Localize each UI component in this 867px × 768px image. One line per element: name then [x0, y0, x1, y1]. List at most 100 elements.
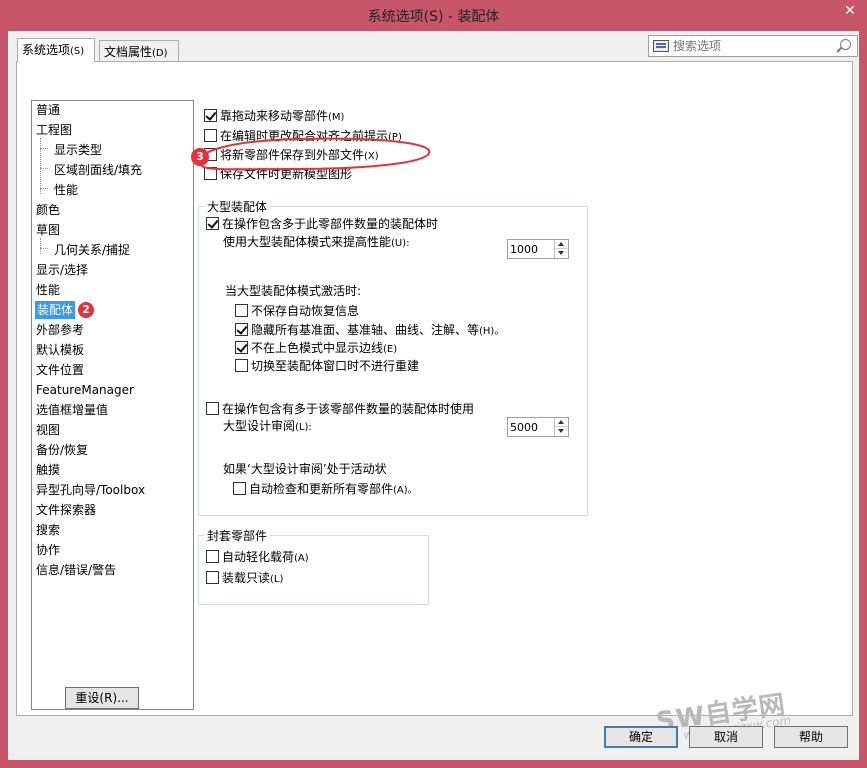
chk-label: 隐藏所有基准面、基准轴、曲线、注解、等 — [251, 323, 480, 337]
chk-hotkey: (M) — [328, 112, 345, 123]
threshold-input[interactable] — [510, 241, 554, 257]
tree-item[interactable]: 性能 — [54, 181, 78, 199]
chk-label: 自动检查和更新所有零部件 — [249, 482, 394, 496]
chk-hotkey: (A) — [294, 553, 309, 564]
tree-item-assembly-selected[interactable]: 装配体 — [35, 301, 76, 319]
chk-large-assembly-mode[interactable]: 在操作包含多于此零部件数量的装配体时 — [206, 217, 438, 233]
tree-item[interactable]: 备份/恢复 — [36, 441, 88, 459]
tree-item[interactable]: 区域剖面线/填充 — [54, 161, 142, 179]
tree-connector — [40, 148, 48, 149]
chk-label: 自动轻化载荷 — [222, 550, 295, 564]
tree-item[interactable]: 信息/错误/警告 — [36, 561, 116, 579]
tree-item[interactable]: 性能 — [36, 281, 60, 299]
group-envelope: 封套零部件 — [198, 527, 429, 605]
chk-no-edges-shaded[interactable]: 不在上色模式中显示边线(E) — [235, 341, 397, 357]
chk-load-readonly[interactable]: 装载只读(L) — [206, 571, 283, 587]
chk-label: 不保存自动恢复信息 — [251, 304, 360, 318]
tree-item[interactable]: 草图 — [36, 221, 60, 239]
when-active-label: 当大型装配体模式激活时: — [225, 284, 362, 298]
spin-down-icon[interactable] — [555, 249, 568, 258]
review-active-label: 如果‘大型设计审阅’处于活动状 — [223, 462, 387, 476]
chk-label: 在操作包含有多于该零部件数量的装配体时使用 — [222, 402, 475, 416]
tree-item[interactable]: 工程图 — [36, 121, 72, 139]
chk-auto-lightweight[interactable]: 自动轻化载荷(A) — [206, 550, 309, 566]
tree-item[interactable]: 协作 — [36, 541, 60, 559]
cancel-button[interactable]: 取消 — [689, 726, 763, 748]
large-assembly-threshold-spinner[interactable] — [507, 239, 569, 259]
title-bar[interactable]: 系统选项(S) - 装配体 ✕ — [0, 0, 867, 30]
checkbox-icon — [206, 550, 219, 563]
search-input[interactable] — [673, 38, 833, 54]
tree-item[interactable]: 默认模板 — [36, 341, 84, 359]
tree-item[interactable]: FeatureManager — [36, 381, 134, 399]
checkbox-icon — [235, 341, 248, 354]
close-button[interactable]: ✕ — [833, 0, 867, 22]
chk-hotkey: (H)。 — [479, 326, 505, 337]
tree-item[interactable]: 普通 — [36, 101, 60, 119]
spinner-arrows — [554, 418, 568, 436]
search-icon[interactable] — [840, 39, 851, 50]
checkbox-icon — [206, 402, 219, 415]
spin-down-icon[interactable] — [555, 427, 568, 436]
chk-label: 装载只读 — [222, 571, 271, 585]
tree-item[interactable]: 异型孔向导/Toolbox — [36, 481, 145, 499]
tree-item[interactable]: 几何关系/捕捉 — [54, 241, 130, 259]
reset-button[interactable]: 重设(R)... — [65, 687, 139, 709]
window-title: 系统选项(S) - 装配体 — [367, 9, 500, 25]
group-legend: 大型装配体 — [205, 198, 270, 215]
checkbox-icon — [233, 482, 246, 495]
help-button[interactable]: 帮助 — [774, 726, 848, 748]
search-box[interactable] — [648, 35, 858, 57]
close-icon: ✕ — [844, 3, 856, 19]
label-text: 大型设计审阅 — [223, 419, 296, 433]
checkbox-icon — [235, 323, 248, 336]
checkbox-icon — [235, 359, 248, 372]
tree-item[interactable]: 选值框增量值 — [36, 401, 108, 419]
tab-hotkey: (D) — [152, 48, 168, 59]
tree-item[interactable]: 文件探索器 — [36, 501, 96, 519]
large-assembly-line2: 使用大型装配体模式来提高性能(U): — [223, 233, 410, 250]
tree-connector — [40, 188, 48, 189]
chk-drag-move[interactable]: 靠拖动来移动零部件(M) — [204, 109, 344, 125]
tree-connector — [40, 248, 48, 249]
chk-large-design-review[interactable]: 在操作包含有多于该零部件数量的装配体时使用 — [206, 402, 474, 418]
tree-item[interactable]: 文件位置 — [36, 361, 84, 379]
tree-item[interactable]: 搜索 — [36, 521, 60, 539]
tab-system-options[interactable]: 系统选项(S) — [17, 38, 95, 62]
chk-no-rebuild-switch[interactable]: 切换至装配体窗口时不进行重建 — [235, 359, 419, 375]
design-review-threshold-spinner[interactable] — [507, 417, 569, 437]
dialog-window: 系统选项(S) - 装配体 ✕ 系统选项(S) 文档属性(D) 搜索选项 普通 … — [0, 0, 867, 768]
options-tree[interactable]: 普通 工程图 显示类型 区域剖面线/填充 性能 颜色 草图 几何关系/捕捉 显示… — [31, 100, 194, 710]
step-badge-3: 3 — [191, 148, 209, 166]
tab-label: 系统选项 — [22, 43, 71, 57]
tree-item[interactable]: 颜色 — [36, 201, 60, 219]
chk-label: 切换至装配体窗口时不进行重建 — [251, 359, 420, 373]
tree-item[interactable]: 视图 — [36, 421, 60, 439]
chk-no-autorecover[interactable]: 不保存自动恢复信息 — [235, 304, 359, 320]
label-hotkey: (U): — [391, 238, 410, 249]
chk-hotkey: (L) — [270, 574, 284, 585]
chk-label: 靠拖动来移动零部件 — [220, 109, 329, 123]
tab-hotkey: (S) — [70, 46, 85, 57]
tree-item[interactable]: 显示类型 — [54, 141, 102, 159]
keyboard-icon — [653, 40, 669, 52]
checkbox-icon — [206, 217, 219, 230]
chk-label: 在操作包含多于此零部件数量的装配体时 — [222, 217, 439, 231]
tree-item[interactable]: 显示/选择 — [36, 261, 88, 279]
checkbox-icon — [204, 109, 217, 122]
checkbox-icon — [235, 304, 248, 317]
tree-item[interactable]: 触摸 — [36, 461, 60, 479]
tree-connector — [40, 138, 41, 194]
group-legend: 封套零部件 — [205, 527, 270, 544]
tab-document-properties[interactable]: 文档属性(D) — [99, 40, 179, 62]
chk-hide-planes[interactable]: 隐藏所有基准面、基准轴、曲线、注解、等(H)。 — [235, 323, 504, 339]
ok-button[interactable]: 确定 — [604, 726, 678, 748]
label-hotkey: (L): — [295, 422, 312, 433]
spin-up-icon[interactable] — [555, 240, 568, 249]
spin-up-icon[interactable] — [555, 418, 568, 427]
chk-auto-check-update[interactable]: 自动检查和更新所有零部件(A)。 — [233, 482, 418, 498]
chk-hotkey: (A)。 — [393, 485, 418, 496]
tree-item[interactable]: 外部参考 — [36, 321, 84, 339]
annotation-ellipse — [198, 137, 431, 171]
review-threshold-input[interactable] — [510, 419, 554, 435]
